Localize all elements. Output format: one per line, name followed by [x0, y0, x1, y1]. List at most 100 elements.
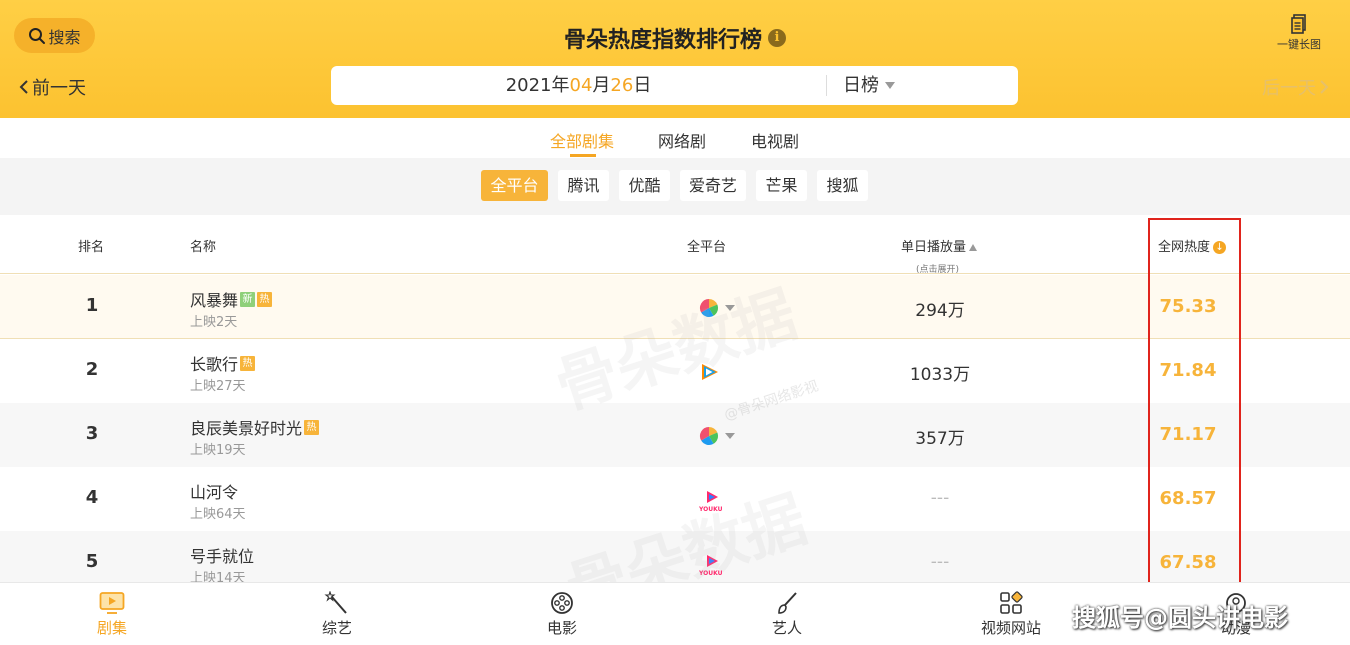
platform-dropdown[interactable] [699, 298, 739, 318]
svg-text:YOUKU: YOUKU [699, 570, 723, 576]
col-heat-label: 全网热度 [1158, 240, 1211, 255]
chip-iqiyi[interactable]: 爱奇艺 [680, 170, 746, 201]
hot-badge: 热 [257, 291, 273, 307]
col-platform: 全平台 [687, 240, 727, 255]
nav-movie[interactable]: 电影 [517, 591, 607, 638]
row-plays: --- [930, 488, 950, 508]
chip-mango[interactable]: 芒果 [756, 170, 807, 201]
row-days: 上映2天 [190, 315, 238, 330]
row-plays: 357万 [915, 429, 965, 449]
youku-icon: YOUKU [698, 491, 723, 513]
date-day: 26 [610, 75, 634, 96]
chevron-left-icon [19, 80, 28, 94]
row-heat: 71.17 [1159, 424, 1217, 445]
row-heat: 75.33 [1159, 296, 1217, 317]
table-row[interactable]: 3 良辰美景好时光 热 上映19天 357万 71.17 [0, 403, 1350, 467]
platform-logo: YOUKU [698, 554, 739, 577]
multi-platform-icon [699, 299, 735, 318]
film-reel-icon [551, 592, 573, 614]
prev-day-button[interactable]: 前一天 [18, 74, 86, 100]
nav-movie-label: 电影 [546, 619, 577, 637]
table-row[interactable]: 5 号手就位 上映14天 YOUKU --- 67.58 [0, 531, 1350, 582]
table-header: 排名 名称 全平台 单日播放量 (点击展开) 全网热度 ↓ [0, 215, 1350, 275]
row-plays: --- [930, 552, 950, 572]
svg-text:YOUKU: YOUKU [699, 506, 723, 512]
row-name[interactable]: 号手就位 [190, 543, 254, 567]
nav-anime[interactable]: 动漫 [1191, 591, 1281, 638]
nav-series[interactable]: 剧集 [67, 591, 157, 638]
table-row[interactable]: 1 风暴舞 新 热 上映2天 294万 75.33 [0, 275, 1350, 339]
nav-artist[interactable]: 艺人 [742, 591, 832, 638]
chip-all-platforms[interactable]: 全平台 [481, 170, 548, 201]
page-title-text: 骨朵热度指数排行榜 [563, 28, 762, 53]
nav-variety[interactable]: 综艺 [292, 591, 382, 638]
tab-all-series[interactable]: 全部剧集 [550, 128, 614, 152]
nav-video-sites-label: 视频网站 [980, 619, 1041, 637]
chip-tencent[interactable]: 腾讯 [558, 170, 609, 201]
row-name-text: 山河令 [190, 483, 239, 502]
hot-badge: 热 [240, 355, 256, 371]
row-heat: 67.58 [1159, 552, 1217, 573]
header-bar: 搜索 骨朵热度指数排行榜 i 一键长图 前一天 2021年04月26日 日榜 后… [0, 0, 1350, 118]
long-image-button[interactable]: 一键长图 [1268, 14, 1330, 52]
row-rank: 3 [85, 423, 99, 444]
sort-down-icon: ↓ [1213, 241, 1227, 254]
divider [826, 75, 827, 96]
row-name[interactable]: 良辰美景好时光 热 [190, 415, 320, 439]
chip-sohu[interactable]: 搜狐 [817, 170, 868, 201]
next-day-label: 后一天 [1262, 78, 1316, 99]
chevron-right-icon [1320, 80, 1329, 94]
sort-icon [969, 244, 978, 251]
platform-logo: YOUKU [698, 490, 739, 513]
active-tab-indicator [570, 154, 596, 157]
row-name[interactable]: 风暴舞 新 热 [190, 287, 273, 311]
bottom-nav: 剧集 综艺 电影 艺人 视频网站 动漫 [0, 582, 1350, 645]
anime-face-icon [1226, 593, 1246, 613]
platform-dropdown[interactable] [699, 426, 739, 446]
col-heat[interactable]: 全网热度 ↓ [1158, 236, 1227, 255]
tencent-video-icon [702, 364, 718, 380]
col-rank: 排名 [78, 240, 105, 255]
row-days: 上映27天 [190, 379, 246, 394]
col-daily-plays-hint: (点击展开) [916, 265, 960, 275]
youku-icon: YOUKU [698, 555, 723, 577]
row-name[interactable]: 长歌行 热 [190, 351, 256, 375]
rank-type-dropdown[interactable]: 日榜 [843, 66, 895, 105]
long-image-label: 一键长图 [1277, 38, 1321, 51]
row-name[interactable]: 山河令 [190, 479, 238, 503]
row-name-text: 良辰美景好时光 [190, 419, 303, 438]
tv-icon [99, 592, 125, 614]
date-selector: 2021年04月26日 日榜 [331, 66, 1018, 105]
row-rank: 1 [85, 295, 99, 316]
col-daily-plays[interactable]: 单日播放量 [901, 236, 978, 255]
rank-type-label: 日榜 [843, 75, 879, 96]
tab-tv-series[interactable]: 电视剧 [751, 128, 799, 152]
date-month: 04 [569, 75, 593, 96]
next-day-button[interactable]: 后一天 [1262, 74, 1330, 100]
row-days: 上映14天 [190, 571, 246, 582]
grid-icon [1000, 591, 1023, 614]
col-daily-plays-label: 单日播放量 [901, 240, 967, 255]
row-heat: 68.57 [1159, 488, 1217, 509]
document-icon [1291, 14, 1306, 34]
row-rank: 2 [85, 359, 99, 380]
table-row[interactable]: 4 山河令 上映64天 YOUKU --- 68.57 [0, 467, 1350, 531]
tab-web-series[interactable]: 网络剧 [658, 128, 706, 152]
chip-youku[interactable]: 优酷 [619, 170, 670, 201]
nav-anime-label: 动漫 [1220, 619, 1251, 637]
multi-platform-icon [699, 427, 735, 446]
table-row[interactable]: 2 长歌行 热 上映27天 1033万 71.84 [0, 339, 1350, 403]
nav-artist-label: 艺人 [771, 619, 802, 637]
info-icon[interactable]: i [768, 29, 786, 47]
nav-variety-label: 综艺 [321, 619, 352, 637]
row-plays: 1033万 [909, 365, 971, 385]
row-name-text: 长歌行 [190, 355, 239, 374]
date-month-unit: 月 [592, 75, 611, 96]
platform-logo [699, 362, 739, 382]
new-badge: 新 [240, 291, 256, 307]
date-year: 2021 [505, 75, 552, 96]
nav-video-sites[interactable]: 视频网站 [966, 591, 1056, 638]
date-picker[interactable]: 2021年04月26日 [331, 66, 826, 105]
prev-day-label: 前一天 [32, 78, 86, 99]
magic-wand-icon [324, 591, 347, 614]
